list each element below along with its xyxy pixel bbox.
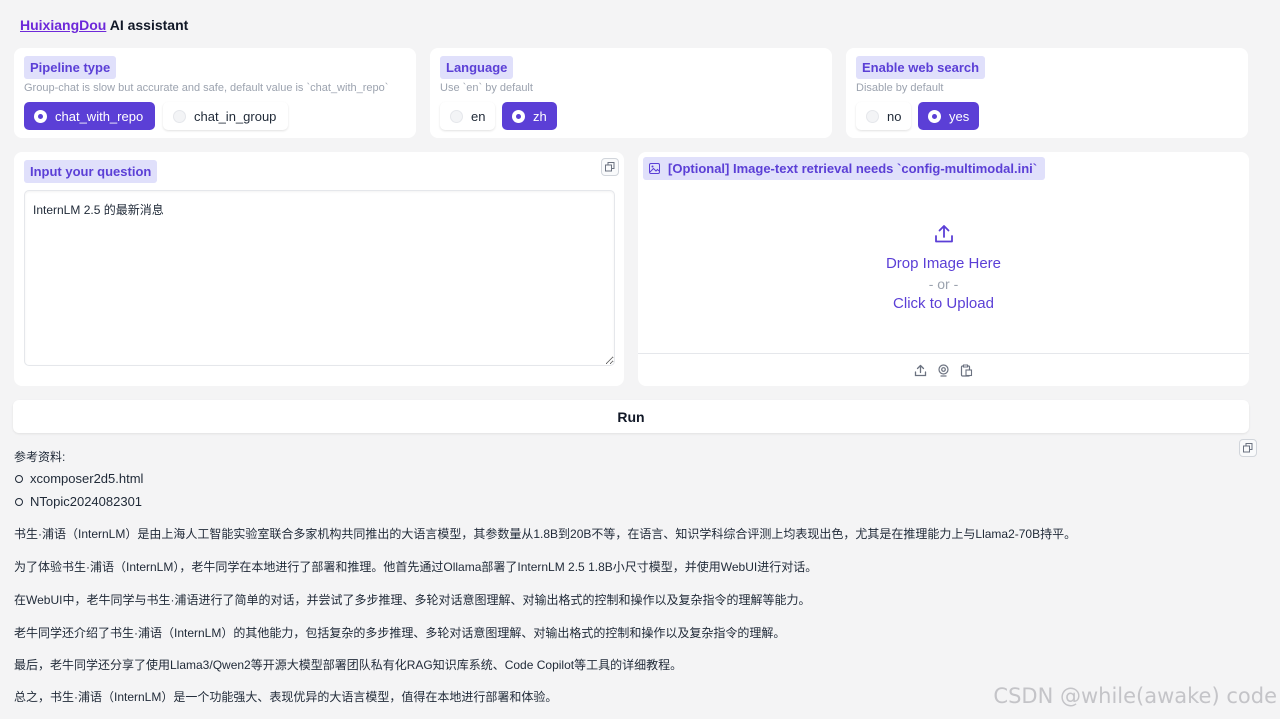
answer-paragraph: 为了体验书生·浦语（InternLM），老牛同学在本地进行了部署和推理。他首先通… xyxy=(14,560,818,574)
radio-label: yes xyxy=(949,108,970,124)
pipeline-type-label: Pipeline type xyxy=(24,56,117,79)
language-hint: Use `en` by default xyxy=(440,82,533,94)
references-title: 参考资料: xyxy=(14,450,66,464)
web-search-label: Enable web search xyxy=(856,56,986,79)
radio-yes[interactable]: yes xyxy=(918,102,980,130)
drop-image-text: Drop Image Here xyxy=(885,255,1002,272)
radio-dot-icon xyxy=(866,109,879,123)
radio-label: chat_in_group xyxy=(194,108,277,124)
radio-dot-icon xyxy=(512,109,525,123)
pipeline-type-hint: Group-chat is slow but accurate and safe… xyxy=(24,82,389,94)
question-card: Input your question xyxy=(14,152,624,386)
radio-dot-icon xyxy=(450,109,463,123)
image-icon xyxy=(649,163,660,174)
image-drop-zone[interactable]: Drop Image Here - or - Click to Upload xyxy=(638,184,1249,354)
web-search-hint: Disable by default xyxy=(856,82,944,94)
output-copy-button[interactable] xyxy=(1239,439,1257,457)
reference-item: NTopic2024082301 xyxy=(14,490,1234,513)
radio-dot-icon xyxy=(34,109,47,123)
answer-paragraph: 最后，老牛同学还分享了使用Llama3/Qwen2等开源大模型部署团队私有化RA… xyxy=(14,658,683,672)
references-list: xcomposer2d5.html NTopic2024082301 xyxy=(14,467,1234,513)
reference-item: xcomposer2d5.html xyxy=(14,467,1234,490)
copy-icon xyxy=(1243,443,1253,453)
answer-paragraph: 书生·浦语（InternLM）是由上海人工智能实验室联合多家机构共同推出的大语言… xyxy=(14,527,1077,541)
app-title-suffix: AI assistant xyxy=(106,17,189,33)
radio-no[interactable]: no xyxy=(856,102,912,130)
web-search-card: Enable web search Disable by default no … xyxy=(846,48,1248,138)
webcam-source-button[interactable] xyxy=(936,363,951,378)
upload-source-button[interactable] xyxy=(913,363,928,378)
watermark: CSDN @while(awake) code xyxy=(993,684,1277,708)
pipeline-type-card: Pipeline type Group-chat is slow but acc… xyxy=(14,48,416,138)
radio-zh[interactable]: zh xyxy=(502,102,557,130)
upload-source-toolbar xyxy=(638,353,1249,386)
clipboard-source-button[interactable] xyxy=(959,363,974,378)
answer-paragraph: 在WebUI中，老牛同学与书生·浦语进行了简单的对话，并尝试了多步推理、多轮对话… xyxy=(14,593,811,607)
copy-icon xyxy=(605,162,615,172)
answer-paragraph: 总之，书生·浦语（InternLM）是一个功能强大、表现优异的大语言模型，值得在… xyxy=(14,690,558,704)
radio-label: en xyxy=(471,108,486,124)
question-input[interactable] xyxy=(24,190,615,366)
radio-en[interactable]: en xyxy=(440,102,496,130)
upload-icon xyxy=(934,225,953,243)
radio-label: no xyxy=(887,108,902,124)
app-title: HuixiangDou AI assistant xyxy=(20,17,188,33)
brand-link[interactable]: HuixiangDou xyxy=(20,17,106,33)
run-button[interactable]: Run xyxy=(13,400,1249,433)
click-to-upload-text: Click to Upload xyxy=(893,295,994,312)
radio-label: zh xyxy=(533,108,547,124)
radio-chat-in-group[interactable]: chat_in_group xyxy=(163,102,289,130)
radio-dot-icon xyxy=(173,109,186,123)
radio-label: chat_with_repo xyxy=(55,108,144,124)
answer-paragraph: 老牛同学还介绍了书生·浦语（InternLM）的其他能力，包括复杂的多步推理、多… xyxy=(14,626,786,640)
image-upload-label-text: [Optional] Image-text retrieval needs `c… xyxy=(668,161,1038,176)
clipboard-icon xyxy=(960,364,973,377)
webcam-icon xyxy=(938,363,949,377)
radio-dot-icon xyxy=(928,109,941,123)
radio-chat-with-repo[interactable]: chat_with_repo xyxy=(24,102,156,130)
image-upload-label: [Optional] Image-text retrieval needs `c… xyxy=(643,157,1046,180)
or-text: - or - xyxy=(928,276,959,292)
language-card: Language Use `en` by default en zh xyxy=(430,48,832,138)
upload-small-icon xyxy=(914,364,927,376)
copy-button[interactable] xyxy=(601,158,619,176)
image-upload-card: [Optional] Image-text retrieval needs `c… xyxy=(638,152,1249,386)
language-label: Language xyxy=(440,56,514,79)
question-label: Input your question xyxy=(24,160,158,183)
answer-output: 参考资料: xcomposer2d5.html NTopic2024082301… xyxy=(14,447,1234,704)
